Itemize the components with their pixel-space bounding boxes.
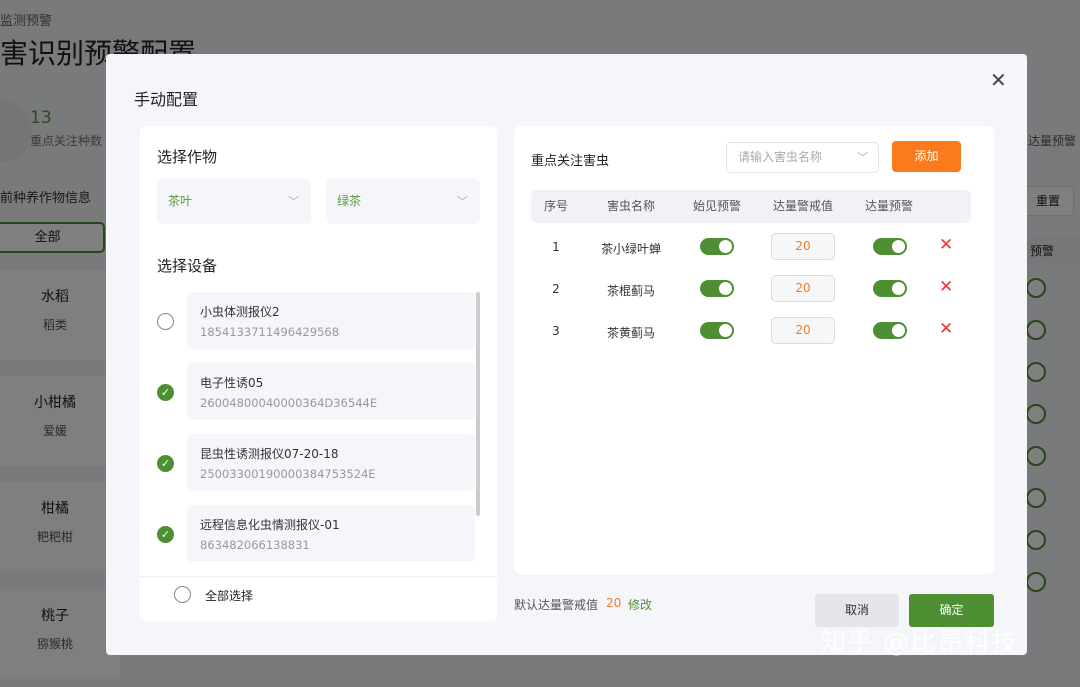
device-name: 昆虫性诱测报仪07-20-18	[200, 447, 339, 461]
device-checkbox[interactable]	[157, 313, 174, 330]
amount-warn-toggle[interactable]	[873, 238, 907, 255]
pest-no: 2	[552, 282, 560, 296]
default-threshold-label: 默认达量警戒值	[514, 598, 599, 612]
device-name: 小虫体测报仪2	[200, 305, 280, 319]
chevron-down-icon: ﹀	[288, 195, 299, 208]
amount-warn-toggle[interactable]	[873, 280, 907, 297]
pest-name: 茶小绿叶蝉	[600, 242, 661, 256]
chevron-down-icon: ﹀	[457, 195, 468, 208]
col-name: 害虫名称	[606, 199, 655, 213]
edit-link[interactable]: 修改	[628, 596, 652, 613]
device-id: 26004800040000364D36544E	[200, 396, 378, 410]
select-all-label: 全部选择	[205, 589, 254, 603]
first-warn-toggle[interactable]	[700, 322, 734, 339]
crop-section-title: 选择作物	[157, 148, 218, 166]
pest-section-title: 重点关注害虫	[531, 154, 610, 169]
delete-icon[interactable]: ✕	[939, 319, 953, 339]
threshold-input[interactable]: 20	[771, 233, 835, 260]
device-checkbox-checked[interactable]: ✓	[157, 526, 174, 543]
scrollbar[interactable]	[476, 292, 480, 516]
pest-search-input[interactable]: 请输入害虫名称 ﹀	[726, 142, 879, 173]
first-warn-toggle[interactable]	[700, 238, 734, 255]
device-item[interactable]: 昆虫性诱测报仪07-20-18 25003300190000384753524E	[187, 434, 475, 491]
crop-value: 茶叶	[168, 194, 193, 208]
threshold-input[interactable]: 20	[771, 317, 835, 344]
chevron-down-icon: ﹀	[857, 151, 868, 164]
device-checkbox-checked[interactable]: ✓	[157, 455, 174, 472]
delete-icon[interactable]: ✕	[939, 235, 953, 255]
device-id: 25003300190000384753524E	[200, 467, 376, 481]
manual-config-dialog: 手动配置 ✕ 选择作物 茶叶 ﹀ 绿茶 ﹀ 选择设备 小虫体测报仪2 18541337…	[106, 54, 1027, 655]
delete-icon[interactable]: ✕	[939, 277, 953, 297]
col-amount-warn: 达量预警	[864, 199, 913, 213]
device-item[interactable]: 电子性诱05 26004800040000364D36544E	[187, 363, 475, 420]
left-panel: 选择作物 茶叶 ﹀ 绿茶 ﹀ 选择设备 小虫体测报仪2 185413371149642…	[140, 126, 497, 621]
add-button[interactable]: 添加	[892, 141, 961, 172]
device-id: 1854133711496429568	[200, 325, 340, 339]
table-row: 1 茶小绿叶蝉 20 ✕	[514, 230, 994, 264]
pest-no: 3	[552, 324, 560, 338]
pest-name: 茶棍蓟马	[606, 284, 655, 298]
device-item[interactable]: 远程信息化虫情测报仪-01 863482066138831	[187, 505, 475, 562]
col-threshold: 达量警戒值	[772, 199, 833, 213]
divider	[140, 576, 497, 577]
search-placeholder: 请输入害虫名称	[738, 150, 823, 164]
variety-select[interactable]: 绿茶 ﹀	[326, 179, 480, 224]
col-no: 序号	[543, 199, 568, 213]
default-threshold-value: 20	[606, 596, 622, 610]
crop-select[interactable]: 茶叶 ﹀	[157, 179, 311, 224]
device-section-title: 选择设备	[157, 257, 218, 275]
device-checkbox-checked[interactable]: ✓	[157, 384, 174, 401]
right-panel: 重点关注害虫 请输入害虫名称 ﹀ 添加 序号 害虫名称 始见预警 达量警戒值 达量…	[514, 126, 994, 574]
dialog-title: 手动配置	[134, 90, 199, 109]
device-id: 863482066138831	[200, 538, 310, 552]
pest-no: 1	[552, 240, 560, 254]
close-icon[interactable]: ✕	[990, 68, 1007, 92]
watermark: 知乎 @比昂科技	[820, 628, 1019, 658]
table-row: 2 茶棍蓟马 20 ✕	[514, 272, 994, 306]
pest-name: 茶黄蓟马	[606, 326, 655, 340]
threshold-input[interactable]: 20	[771, 275, 835, 302]
select-all-checkbox[interactable]	[174, 586, 191, 603]
device-name: 电子性诱05	[200, 376, 264, 390]
col-first-warn: 始见预警	[692, 199, 741, 213]
variety-value: 绿茶	[337, 194, 362, 208]
amount-warn-toggle[interactable]	[873, 322, 907, 339]
first-warn-toggle[interactable]	[700, 280, 734, 297]
table-header: 序号 害虫名称 始见预警 达量警戒值 达量预警	[531, 190, 971, 223]
device-name: 远程信息化虫情测报仪-01	[200, 518, 340, 532]
device-item[interactable]: 小虫体测报仪2 1854133711496429568	[187, 292, 475, 349]
table-row: 3 茶黄蓟马 20 ✕	[514, 314, 994, 348]
